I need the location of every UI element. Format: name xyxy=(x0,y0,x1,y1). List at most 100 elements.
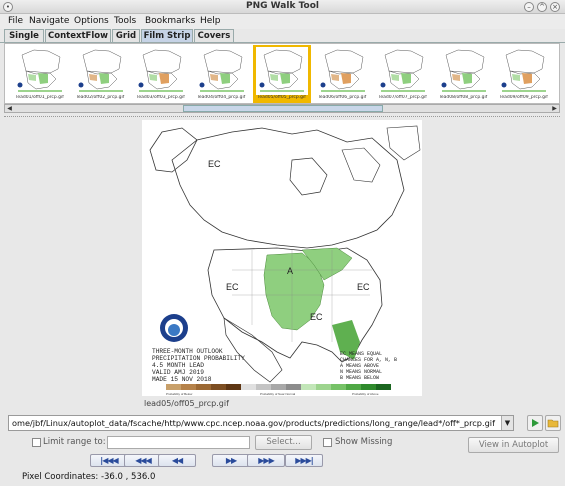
legend-swatch xyxy=(211,384,226,390)
title-bar: • PNG Walk Tool – ^ × xyxy=(0,0,565,14)
path-combobox[interactable]: ome/jbf/Linux/autoplot_data/fscache/http… xyxy=(8,415,514,431)
tab-contextflow[interactable]: ContextFlow xyxy=(45,29,111,43)
thumbnail-image xyxy=(498,47,550,95)
map-label-ec-4: EC xyxy=(357,282,370,292)
show-missing-checkbox[interactable] xyxy=(323,438,332,447)
close-icon[interactable]: × xyxy=(550,2,560,12)
thumbnail[interactable]: lead07/off07_prcp.gif xyxy=(374,45,432,103)
legend-swatch xyxy=(271,384,286,390)
thumbnail[interactable]: lead08/off08_prcp.gif xyxy=(435,45,493,103)
legend-swatch xyxy=(226,384,241,390)
legend-swatch xyxy=(346,384,361,390)
open-folder-button[interactable] xyxy=(545,415,561,431)
thumbnail[interactable]: lead01/off01_prcp.gif xyxy=(11,45,69,103)
legend-label-below: Probability of Below xyxy=(166,392,193,396)
thumbnail-caption: lead01/off01_prcp.gif xyxy=(16,95,64,100)
scroll-right-icon[interactable]: ▶ xyxy=(550,105,559,112)
noaa-logo xyxy=(160,314,188,342)
map-title-4: VALID AMJ 2019 xyxy=(152,369,204,376)
thumbnail[interactable]: lead05/off05_prcp.gif xyxy=(253,45,311,103)
minimize-icon[interactable]: – xyxy=(524,2,534,12)
go-button[interactable] xyxy=(527,415,543,431)
thumbnail-caption: lead09/off09_prcp.gif xyxy=(500,95,548,100)
thumbnail-image xyxy=(256,47,308,95)
tab-grid[interactable]: Grid xyxy=(112,29,140,43)
thumbnail-caption: lead06/off06_prcp.gif xyxy=(318,95,367,100)
last-button[interactable]: ▶▶▶| xyxy=(285,454,323,467)
map-label-a: A xyxy=(287,266,293,276)
map-label-ec-1: EC xyxy=(208,159,221,169)
tab-covers[interactable]: Covers xyxy=(194,29,234,43)
view-in-autoplot-button[interactable]: View in Autoplot xyxy=(468,437,559,453)
legend-swatch xyxy=(256,384,271,390)
folder-icon xyxy=(547,419,559,428)
map-label-ec-2: EC xyxy=(226,282,239,292)
thumbnail-image xyxy=(316,47,369,95)
legend-swatch xyxy=(376,384,391,390)
image-caption: lead05/off05_prcp.gif xyxy=(144,399,229,408)
thumbnail-image xyxy=(135,47,187,95)
path-input[interactable]: ome/jbf/Linux/autoplot_data/fscache/http… xyxy=(12,418,498,428)
scrollbar-thumb[interactable] xyxy=(183,105,383,112)
map-title-5: MADE 15 NOV 2018 xyxy=(152,376,212,383)
page-back-button[interactable]: ◀◀◀ xyxy=(124,454,162,467)
maximize-icon[interactable]: ^ xyxy=(537,2,547,12)
limit-range-label: Limit range to: xyxy=(43,437,106,447)
menu-bar: File Navigate Options Tools Bookmarks He… xyxy=(0,14,565,29)
select-button[interactable]: Select... xyxy=(255,435,312,450)
probability-legend xyxy=(166,384,391,390)
menu-help[interactable]: Help xyxy=(200,16,221,26)
film-strip-scrollbar[interactable]: ◀ ▶ xyxy=(4,104,560,113)
menu-bookmarks[interactable]: Bookmarks xyxy=(145,16,195,26)
menu-navigate[interactable]: Navigate xyxy=(29,16,69,26)
thumbnail-caption: lead03/off03_prcp.gif xyxy=(137,95,185,100)
limit-range-checkbox[interactable] xyxy=(32,438,41,447)
map-key-5: B MEANS BELOW xyxy=(340,375,379,381)
thumbnail[interactable]: lead09/off09_prcp.gif xyxy=(495,45,553,103)
legend-swatch xyxy=(316,384,331,390)
image-viewer[interactable]: EC EC A EC EC THREE-MONTH OUTLOOK PRECIP… xyxy=(4,120,560,410)
menu-options[interactable]: Options xyxy=(74,16,109,26)
play-icon xyxy=(532,419,539,427)
thumbnail[interactable]: lead03/off03_prcp.gif xyxy=(132,45,190,103)
dropdown-icon[interactable]: ▼ xyxy=(501,416,513,430)
map-label-ec-3: EC xyxy=(310,312,323,322)
legend-label-normal: Probability of Near Normal xyxy=(260,392,296,396)
thumbnail-image xyxy=(377,47,429,95)
forecast-map-image: EC EC A EC EC THREE-MONTH OUTLOOK PRECIP… xyxy=(142,120,422,396)
thumbnail[interactable]: lead04/off04_prcp.gif xyxy=(193,45,251,103)
thumbnail-caption: lead08/off08_prcp.gif xyxy=(439,95,488,100)
next-button[interactable]: ▶▶ xyxy=(212,454,250,467)
thumbnail-caption: lead07/off07_prcp.gif xyxy=(379,95,427,100)
limit-range-field[interactable] xyxy=(107,436,250,449)
legend-swatch xyxy=(181,384,196,390)
legend-swatch xyxy=(196,384,211,390)
thumbnail-image xyxy=(14,47,66,95)
menu-file[interactable]: File xyxy=(8,16,23,26)
legend-swatch xyxy=(286,384,301,390)
first-button[interactable]: |◀◀◀ xyxy=(90,454,128,467)
show-missing-label: Show Missing xyxy=(335,437,393,447)
map-title-1: THREE-MONTH OUTLOOK xyxy=(152,348,223,355)
film-strip[interactable]: lead01/off01_prcp.gif lead02/off02_prcp.g… xyxy=(4,43,560,104)
pane-splitter[interactable] xyxy=(4,116,560,119)
page-forward-button[interactable]: ▶▶▶ xyxy=(247,454,285,467)
thumbnail-caption: lead02/off02_prcp.gif xyxy=(76,95,125,100)
thumbnail-image xyxy=(195,47,248,95)
thumbnail[interactable]: lead02/off02_prcp.gif xyxy=(72,45,130,103)
legend-swatch xyxy=(301,384,316,390)
tab-film-strip[interactable]: Film Strip xyxy=(141,29,193,43)
legend-swatch xyxy=(166,384,181,390)
prev-button[interactable]: ◀◀ xyxy=(158,454,196,467)
pixel-coordinates-status: Pixel Coordinates: -36.0 , 536.0 xyxy=(22,472,156,482)
map-title-2: PRECIPITATION PROBABILITY xyxy=(152,355,245,362)
thumbnail-caption: lead05/off05_prcp.gif xyxy=(258,95,306,100)
legend-swatch xyxy=(331,384,346,390)
scroll-left-icon[interactable]: ◀ xyxy=(5,105,14,112)
thumbnail-caption: lead04/off04_prcp.gif xyxy=(197,95,246,100)
thumbnail[interactable]: lead06/off06_prcp.gif xyxy=(314,45,372,103)
tab-single[interactable]: Single xyxy=(4,29,44,43)
legend-label-above: Probability of Above xyxy=(352,392,379,396)
thumbnail-image xyxy=(74,47,127,95)
menu-tools[interactable]: Tools xyxy=(114,16,136,26)
